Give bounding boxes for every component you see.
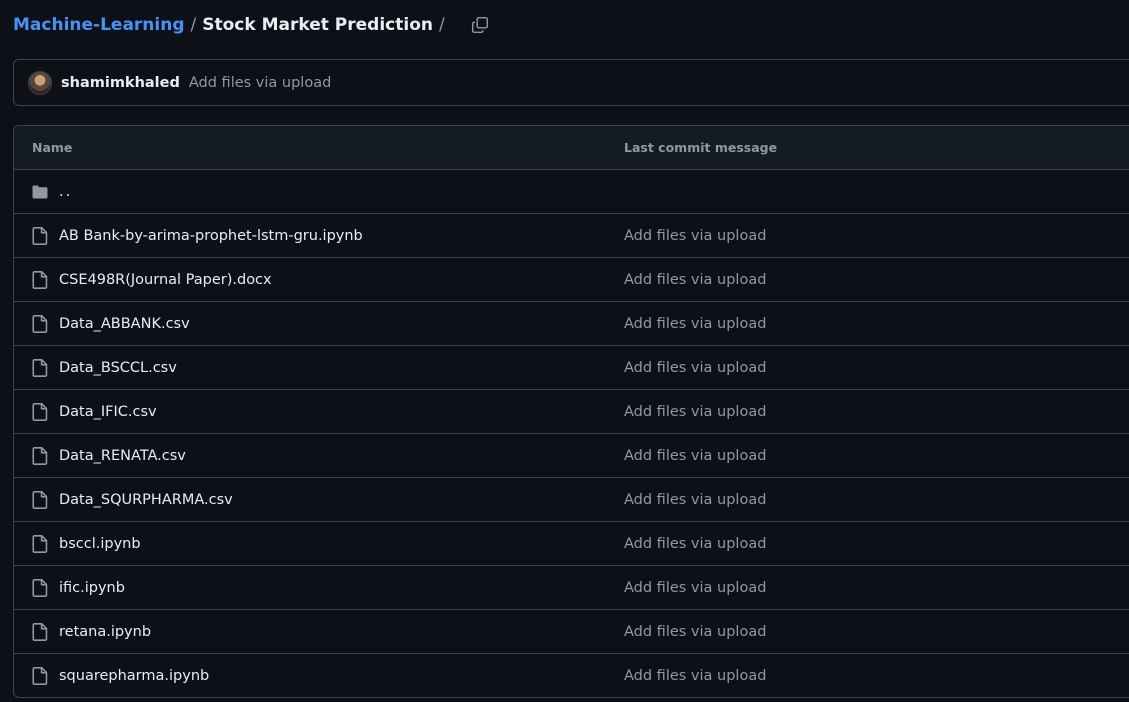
latest-commit-bar: shamimkhaled Add files via upload [13,59,1129,106]
file-name-link[interactable]: AB Bank-by-arima-prophet-lstm-gru.ipynb [59,228,363,244]
file-commit-message-link[interactable]: Add files via upload [624,316,766,332]
folder-icon [32,184,48,200]
file-name-link[interactable]: Data_BSCCL.csv [59,360,177,376]
file-table: Name Last commit message .. AB Bank-by-a… [13,125,1129,698]
file-commit-message-link[interactable]: Add files via upload [624,360,766,376]
file-commit-message-link[interactable]: Add files via upload [624,536,766,552]
column-header-name: Name [32,140,73,155]
column-header-last-commit: Last commit message [624,140,778,155]
table-header: Name Last commit message [14,126,1129,170]
file-name-link[interactable]: Data_SQURPHARMA.csv [59,492,233,508]
file-icon [32,534,48,553]
table-row[interactable]: Data_SQURPHARMA.csv Add files via upload [14,478,1129,522]
file-icon [32,270,48,289]
file-commit-message-link[interactable]: Add files via upload [624,580,766,596]
file-icon [32,490,48,509]
file-name-link[interactable]: ific.ipynb [59,580,125,596]
table-row[interactable]: Data_BSCCL.csv Add files via upload [14,346,1129,390]
file-icon [32,226,48,245]
breadcrumb-current-folder: Stock Market Prediction [202,15,433,35]
file-commit-message-link[interactable]: Add files via upload [624,492,766,508]
file-icon [32,666,48,685]
file-name-link[interactable]: CSE498R(Journal Paper).docx [59,272,272,288]
file-name-link[interactable]: bsccl.ipynb [59,536,141,552]
file-icon [32,578,48,597]
table-row[interactable]: AB Bank-by-arima-prophet-lstm-gru.ipynb A… [14,214,1129,258]
table-row[interactable]: Data_RENATA.csv Add files via upload [14,434,1129,478]
file-name-link[interactable]: squarepharma.ipynb [59,668,209,684]
parent-directory-row[interactable]: .. [14,170,1129,214]
file-commit-message-link[interactable]: Add files via upload [624,404,766,420]
file-commit-message-link[interactable]: Add files via upload [624,624,766,640]
breadcrumb-trailing-separator: / [438,15,445,35]
table-row[interactable]: Data_ABBANK.csv Add files via upload [14,302,1129,346]
file-name-link[interactable]: retana.ipynb [59,624,151,640]
copy-icon [471,16,488,34]
table-row[interactable]: bsccl.ipynb Add files via upload [14,522,1129,566]
file-name-link[interactable]: Data_ABBANK.csv [59,316,190,332]
file-icon [32,402,48,421]
parent-directory-link[interactable]: .. [59,184,72,200]
table-row[interactable]: Data_IFIC.csv Add files via upload [14,390,1129,434]
breadcrumb-repo-link[interactable]: Machine-Learning [13,15,185,35]
table-row[interactable]: CSE498R(Journal Paper).docx Add files via… [14,258,1129,302]
copy-path-button[interactable] [469,14,491,36]
avatar[interactable] [28,70,52,95]
file-name-link[interactable]: Data_RENATA.csv [59,448,186,464]
file-icon [32,622,48,641]
table-row[interactable]: squarepharma.ipynb Add files via upload [14,654,1129,697]
commit-message-link[interactable]: Add files via upload [189,75,331,91]
table-row[interactable]: ific.ipynb Add files via upload [14,566,1129,610]
file-commit-message-link[interactable]: Add files via upload [624,668,766,684]
file-commit-message-link[interactable]: Add files via upload [624,448,766,464]
file-icon [32,314,48,333]
table-row[interactable]: retana.ipynb Add files via upload [14,610,1129,654]
file-commit-message-link[interactable]: Add files via upload [624,272,766,288]
commit-author-link[interactable]: shamimkhaled [61,75,180,91]
file-name-link[interactable]: Data_IFIC.csv [59,404,157,420]
file-commit-message-link[interactable]: Add files via upload [624,228,766,244]
file-icon [32,446,48,465]
breadcrumb: Machine-Learning / Stock Market Predicti… [13,12,491,38]
file-icon [32,358,48,377]
breadcrumb-separator: / [190,15,197,35]
